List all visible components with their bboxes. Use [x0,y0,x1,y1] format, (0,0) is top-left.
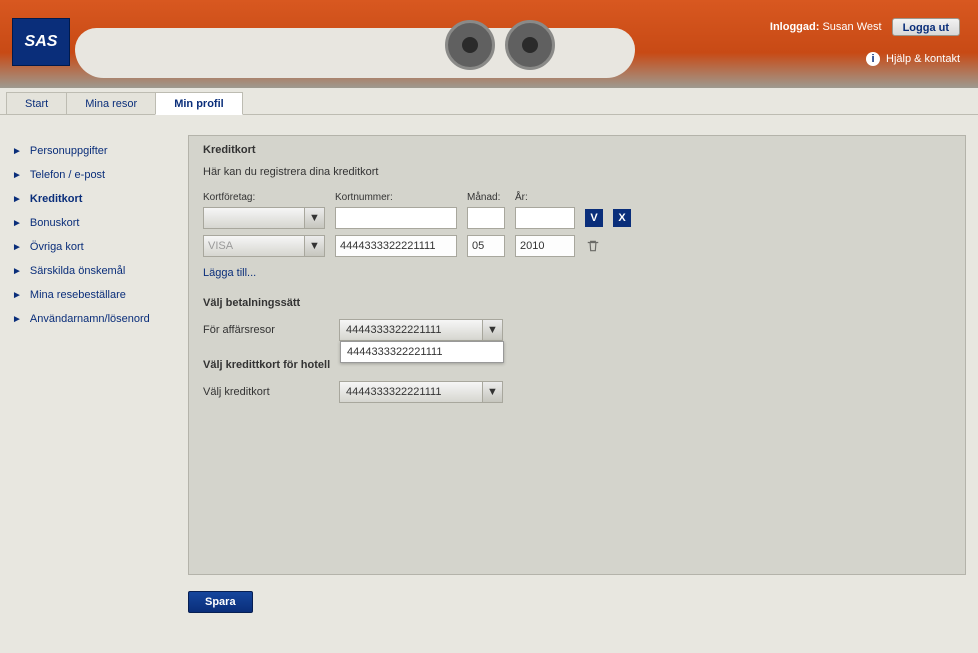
sidebar-item-label: Telefon / e-post [30,169,105,181]
sidebar-item-resebestallare[interactable]: ► Mina resebeställare [8,283,168,307]
card-row-new: ▼ V X [203,207,951,229]
business-trip-label: För affärsresor [203,324,339,336]
sidebar-item-anvandarnamn[interactable]: ► Användarnamn/lösenord [8,307,168,331]
arrow-icon: ► [12,314,22,325]
card-month-readonly [467,235,505,257]
sidebar-item-label: Personuppgifter [30,145,108,157]
sidebar-item-telefon[interactable]: ► Telefon / e-post [8,163,168,187]
tab-mina-resor[interactable]: Mina resor [66,92,156,114]
info-icon: i [866,52,880,66]
arrow-icon: ► [12,242,22,253]
card-company-value: VISA [208,240,233,252]
sidebar-item-label: Övriga kort [30,241,84,253]
hotel-card-label: Välj kreditkort [203,386,339,398]
logout-button[interactable]: Logga ut [892,18,960,36]
col-year: År: [515,192,575,203]
sidebar-item-label: Bonuskort [30,217,80,229]
card-year-readonly [515,235,575,257]
delete-card-icon[interactable] [585,238,601,254]
sidebar-item-label: Mina resebeställare [30,289,126,301]
chevron-down-icon: ▼ [304,208,324,228]
add-card-link[interactable]: Lägga till... [203,267,256,279]
business-card-dropdown: 4444333322221111 [340,341,504,363]
banner-illustration [75,0,978,88]
sidebar-item-label: Särskilda önskemål [30,265,125,277]
hotel-card-value: 4444333322221111 [346,386,441,398]
arrow-icon: ► [12,218,22,229]
sidebar-item-bonuskort[interactable]: ► Bonuskort [8,211,168,235]
sidebar-item-label: Kreditkort [30,193,83,205]
login-user: Susan West [822,21,881,33]
card-number-input[interactable] [335,207,457,229]
header-banner: SAS Inloggad: Susan West Logga ut i Hjäl… [0,0,978,88]
dropdown-option[interactable]: 4444333322221111 [341,342,503,362]
panel-hint: Här kan du registrera dina kreditkort [203,166,951,178]
tab-bar: Start Mina resor Min profil [0,88,978,115]
chevron-down-icon: ▼ [304,236,324,256]
tab-start[interactable]: Start [6,92,67,114]
cancel-card-icon[interactable]: X [613,209,631,227]
card-company-select[interactable]: ▼ [203,207,325,229]
arrow-icon: ► [12,266,22,277]
col-number: Kortnummer: [335,192,457,203]
login-prefix: Inloggad: [770,21,820,33]
help-label: Hjälp & kontakt [886,53,960,65]
card-number-readonly [335,235,457,257]
panel-kreditkort: Kreditkort Här kan du registrera dina kr… [188,135,966,575]
tab-min-profil[interactable]: Min profil [155,92,243,115]
help-link[interactable]: i Hjälp & kontakt [866,52,960,66]
chevron-down-icon: ▼ [482,320,502,340]
card-month-input[interactable] [467,207,505,229]
col-month: Månad: [467,192,505,203]
sidebar-item-onskemal[interactable]: ► Särskilda önskemål [8,259,168,283]
sidebar-item-kreditkort[interactable]: ► Kreditkort [8,187,168,211]
save-button[interactable]: Spara [188,591,253,613]
payment-method-title: Välj betalningssätt [203,297,951,309]
login-status: Inloggad: Susan West Logga ut [770,18,960,36]
sidebar-item-ovriga-kort[interactable]: ► Övriga kort [8,235,168,259]
col-company: Kortföretag: [203,192,325,203]
chevron-down-icon: ▼ [482,382,502,402]
arrow-icon: ► [12,170,22,181]
card-company-readonly: VISA ▼ [203,235,325,257]
panel-title: Kreditkort [203,144,951,156]
business-card-value: 4444333322221111 [346,324,441,336]
business-card-select[interactable]: 4444333322221111 ▼ 4444333322221111 [339,319,503,341]
profile-sidebar: ► Personuppgifter ► Telefon / e-post ► Kred… [8,135,168,613]
sidebar-item-label: Användarnamn/lösenord [30,313,150,325]
confirm-card-icon[interactable]: V [585,209,603,227]
sidebar-item-personuppgifter[interactable]: ► Personuppgifter [8,139,168,163]
arrow-icon: ► [12,146,22,157]
hotel-card-title: Välj kredittkort för hotell [203,359,951,371]
hotel-card-select[interactable]: 4444333322221111 ▼ [339,381,503,403]
card-row-existing: VISA ▼ [203,235,951,257]
arrow-icon: ► [12,194,22,205]
card-year-input[interactable] [515,207,575,229]
arrow-icon: ► [12,290,22,301]
card-column-headers: Kortföretag: Kortnummer: Månad: År: [203,192,951,203]
brand-logo: SAS [12,18,70,66]
